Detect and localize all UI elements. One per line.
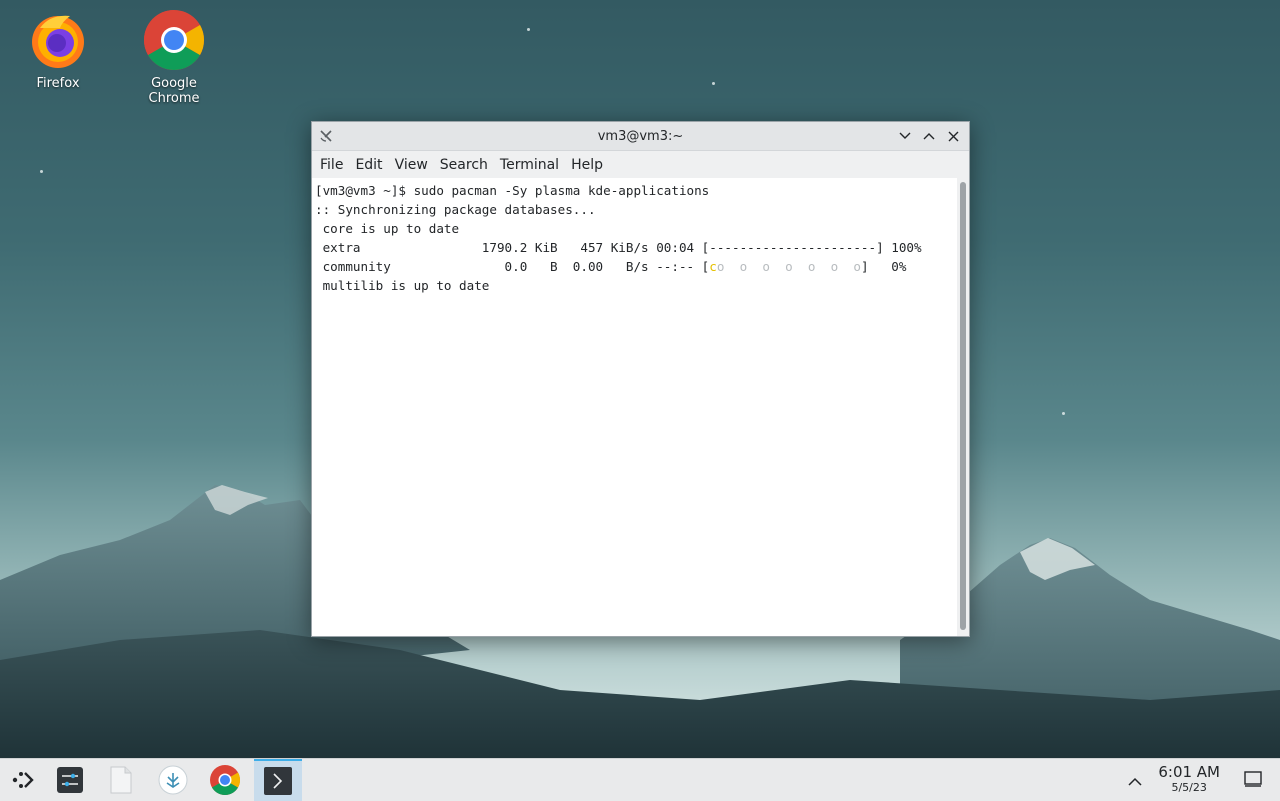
terminal-line-community: community 0.0 B 0.00 B/s --:-- [co o o o… (315, 257, 954, 276)
taskbar-discover[interactable] (150, 759, 196, 801)
window-titlebar[interactable]: vm3@vm3:~ (312, 122, 969, 151)
progress-end: ] 0% (860, 259, 907, 274)
minimize-button[interactable] (895, 126, 915, 146)
desktop-icon-google-chrome[interactable]: Google Chrome (124, 8, 224, 106)
application-launcher-button[interactable] (0, 759, 46, 801)
chevron-up-icon (923, 133, 935, 140)
terminal-output[interactable]: [vm3@vm3 ~]$ sudo pacman -Sy plasma kde-… (312, 178, 957, 636)
files-icon (110, 766, 132, 794)
terminal-line: [vm3@vm3 ~]$ sudo pacman -Sy plasma kde-… (315, 183, 710, 198)
terminal-line: :: Synchronizing package databases... (315, 202, 596, 217)
pacman-progress-icon: c (709, 259, 717, 274)
konsole-app-icon[interactable] (318, 128, 334, 144)
clock-time: 6:01 AM (1158, 763, 1220, 781)
show-desktop-icon (1244, 771, 1262, 787)
firefox-icon (26, 8, 90, 72)
maximize-button[interactable] (919, 126, 939, 146)
taskbar-google-chrome[interactable] (202, 759, 248, 801)
terminal-icon (264, 767, 292, 795)
chrome-icon (142, 8, 206, 72)
chevron-up-icon (1128, 777, 1142, 786)
close-icon (948, 131, 958, 141)
scrollbar-thumb[interactable] (960, 182, 966, 630)
taskbar: 6:01 AM 5/5/23 (0, 758, 1280, 801)
taskbar-terminal[interactable] (254, 759, 302, 801)
menu-file[interactable]: File (314, 157, 349, 173)
system-settings-icon (57, 767, 83, 793)
menu-edit[interactable]: Edit (349, 157, 388, 173)
menubar: File Edit View Search Terminal Help (312, 151, 969, 179)
terminal-line: extra 1790.2 KiB 457 KiB/s 00:04 [------… (315, 240, 922, 255)
desktop-icon-label: Google Chrome (148, 76, 200, 106)
clock-date: 5/5/23 (1171, 781, 1207, 794)
progress-dots: o o o o o o o (716, 259, 861, 274)
chrome-icon (210, 765, 241, 796)
menu-search[interactable]: Search (434, 157, 494, 173)
menu-view[interactable]: View (389, 157, 434, 173)
desktop-icon-label: Firefox (36, 76, 80, 91)
chevron-down-icon (899, 132, 911, 139)
taskbar-system-settings[interactable] (47, 759, 93, 801)
terminal-line: multilib is up to date (315, 278, 490, 293)
window-title: vm3@vm3:~ (597, 128, 684, 144)
desktop-icon-firefox[interactable]: Firefox (8, 8, 108, 91)
discover-icon (158, 765, 188, 795)
digital-clock[interactable]: 6:01 AM 5/5/23 (1158, 764, 1220, 795)
close-button[interactable] (943, 126, 963, 146)
system-tray-expander[interactable] (1128, 772, 1142, 791)
show-desktop-button[interactable] (1244, 771, 1262, 791)
terminal-window: vm3@vm3:~ File Edit View Search Terminal… (311, 121, 970, 637)
community-line-text: community 0.0 B 0.00 B/s --:-- [ (315, 259, 710, 274)
menu-help[interactable]: Help (565, 157, 609, 173)
terminal-line: core is up to date (315, 221, 460, 236)
menu-terminal[interactable]: Terminal (494, 157, 565, 173)
taskbar-files[interactable] (98, 759, 144, 801)
application-launcher-icon (12, 772, 34, 788)
